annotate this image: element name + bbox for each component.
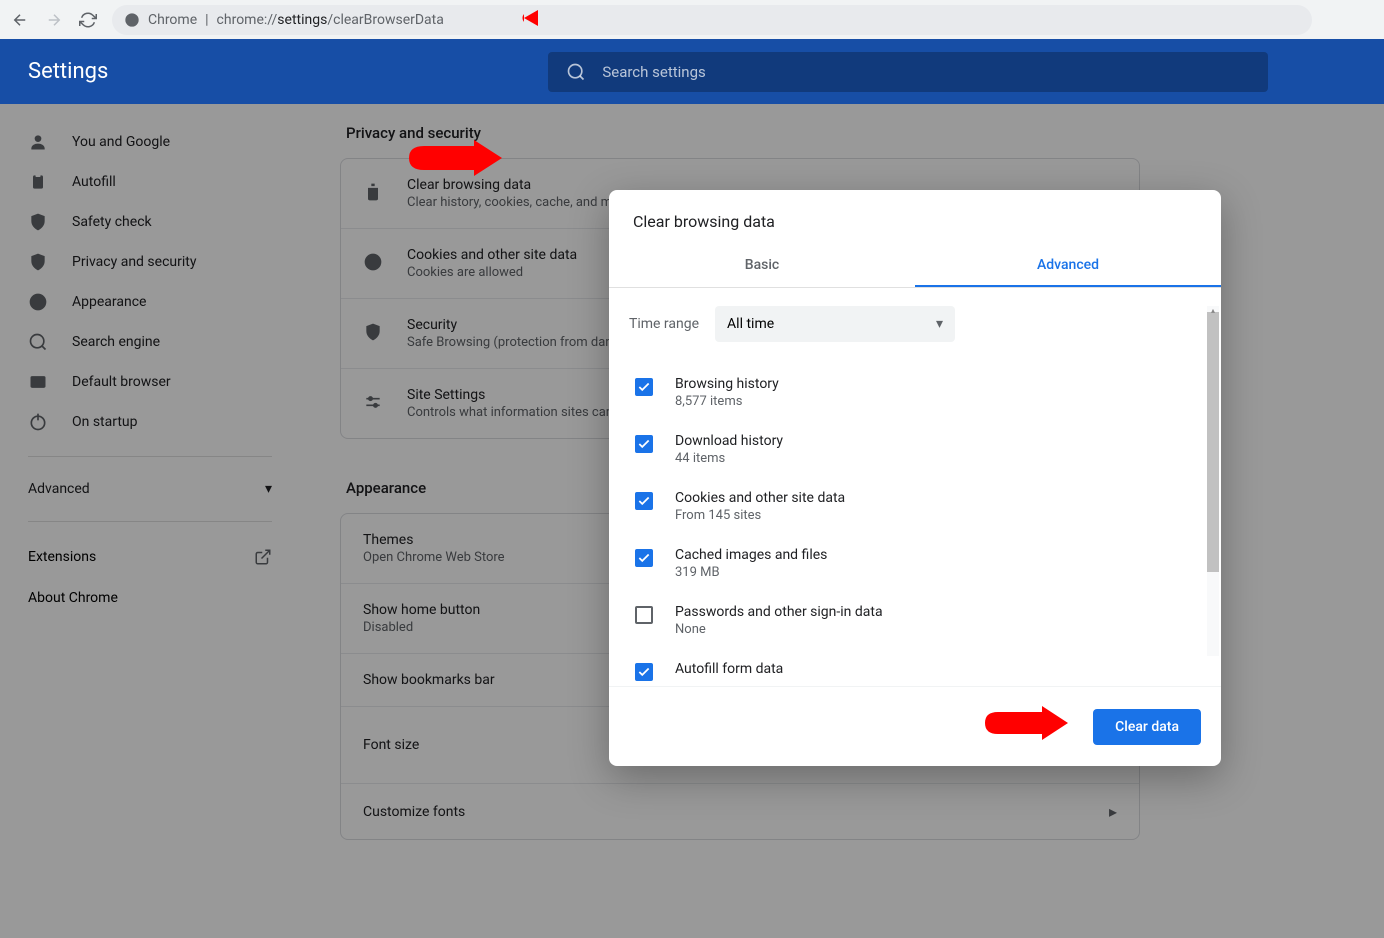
scrollbar[interactable]: ▴ <box>1207 306 1219 656</box>
reload-button[interactable] <box>78 10 98 30</box>
annotation-pointer-button <box>980 704 1070 742</box>
url-origin: Chrome <box>148 12 197 28</box>
dialog-title: Clear browsing data <box>609 190 1221 245</box>
check-item-sub: From 145 sites <box>675 508 845 523</box>
check-item[interactable]: Browsing history 8,577 items <box>629 366 1195 423</box>
check-item-title: Download history <box>675 433 783 449</box>
tab-basic[interactable]: Basic <box>609 245 915 287</box>
dialog-tabs: Basic Advanced <box>609 245 1221 288</box>
scroll-thumb[interactable] <box>1207 312 1219 572</box>
annotation-pointer-section <box>404 138 504 178</box>
check-item-title: Passwords and other sign-in data <box>675 604 883 620</box>
check-item-title: Autofill form data <box>675 661 783 677</box>
tab-advanced[interactable]: Advanced <box>915 245 1221 287</box>
search-icon <box>566 62 586 82</box>
check-item-title: Cookies and other site data <box>675 490 845 506</box>
search-box[interactable] <box>548 52 1268 92</box>
time-range-label: Time range <box>629 316 699 332</box>
checkbox[interactable] <box>635 549 653 567</box>
address-bar[interactable]: Chrome | chrome://settings/clearBrowserD… <box>112 5 1312 35</box>
checkbox[interactable] <box>635 492 653 510</box>
check-item-sub: 8,577 items <box>675 394 779 409</box>
check-item[interactable]: Cached images and files 319 MB <box>629 537 1195 594</box>
time-range-select[interactable]: All time <box>715 306 955 342</box>
check-item[interactable]: Cookies and other site data From 145 sit… <box>629 480 1195 537</box>
url-text: chrome://settings/clearBrowserData <box>217 12 444 28</box>
checkbox[interactable] <box>635 435 653 453</box>
check-item[interactable]: Autofill form data <box>629 651 1195 686</box>
clear-data-button[interactable]: Clear data <box>1093 709 1201 745</box>
check-item-sub: None <box>675 622 883 637</box>
url-separator: | <box>205 12 208 28</box>
clear-data-checklist: Browsing history 8,577 items Download hi… <box>629 366 1201 686</box>
clear-browsing-data-dialog: Clear browsing data Basic Advanced Time … <box>609 190 1221 766</box>
settings-header: Settings <box>0 39 1384 104</box>
back-button[interactable] <box>10 10 30 30</box>
chrome-icon <box>124 12 140 28</box>
page-title: Settings <box>28 59 108 84</box>
check-item-sub: 319 MB <box>675 565 827 580</box>
checkbox[interactable] <box>635 663 653 681</box>
checkbox[interactable] <box>635 378 653 396</box>
annotation-pointer-url <box>522 6 562 30</box>
check-item[interactable]: Passwords and other sign-in data None <box>629 594 1195 651</box>
browser-toolbar: Chrome | chrome://settings/clearBrowserD… <box>0 0 1384 39</box>
check-item-title: Browsing history <box>675 376 779 392</box>
check-item[interactable]: Download history 44 items <box>629 423 1195 480</box>
search-input[interactable] <box>602 63 1250 81</box>
check-item-sub: 44 items <box>675 451 783 466</box>
forward-button[interactable] <box>44 10 64 30</box>
checkbox[interactable] <box>635 606 653 624</box>
check-item-title: Cached images and files <box>675 547 827 563</box>
